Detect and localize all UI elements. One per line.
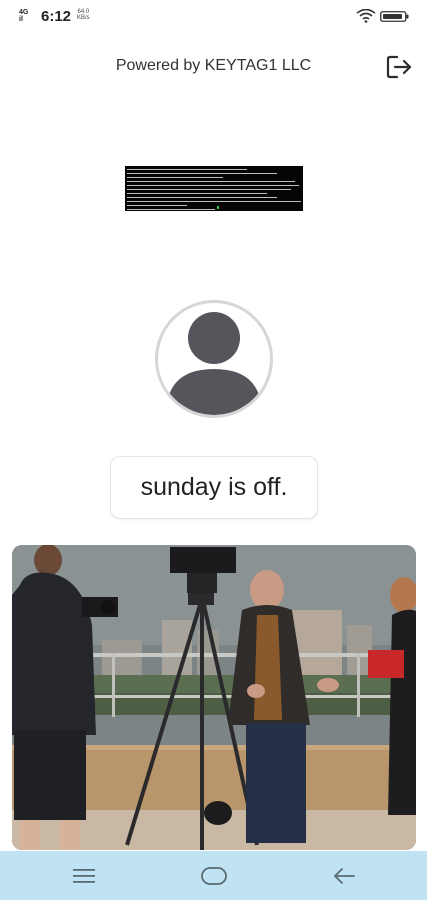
battery-icon <box>380 11 409 22</box>
person-icon <box>166 312 262 415</box>
signal-strength: il <box>19 16 23 23</box>
network-speed-unit: KB/s <box>77 15 90 21</box>
photo-card[interactable] <box>12 545 416 850</box>
home-icon <box>201 866 227 885</box>
menu-button[interactable] <box>54 851 114 900</box>
logout-button[interactable] <box>384 52 414 82</box>
clock: 6:12 <box>41 8 72 25</box>
status-bar: 4G il 6:12 64.0 KB/s <box>0 0 427 34</box>
network-type: 4G <box>19 9 29 16</box>
home-button[interactable] <box>184 851 244 900</box>
avatar[interactable] <box>155 300 273 418</box>
status-message-text: sunday is off. <box>140 473 288 501</box>
status-message-bubble: sunday is off. <box>110 456 318 519</box>
network-indicator: 4G il <box>19 9 28 23</box>
menu-icon <box>73 868 95 883</box>
back-button[interactable] <box>314 851 374 900</box>
film-crew-photo <box>12 545 416 850</box>
navigation-bar <box>0 851 427 900</box>
powered-by-label: Powered by KEYTAG1 LLC <box>115 57 312 74</box>
terminal-screenshot-image <box>125 166 303 211</box>
wifi-icon <box>356 9 376 23</box>
back-icon <box>334 867 355 884</box>
logout-icon <box>386 55 412 79</box>
network-speed: 64.0 KB/s <box>77 9 90 21</box>
